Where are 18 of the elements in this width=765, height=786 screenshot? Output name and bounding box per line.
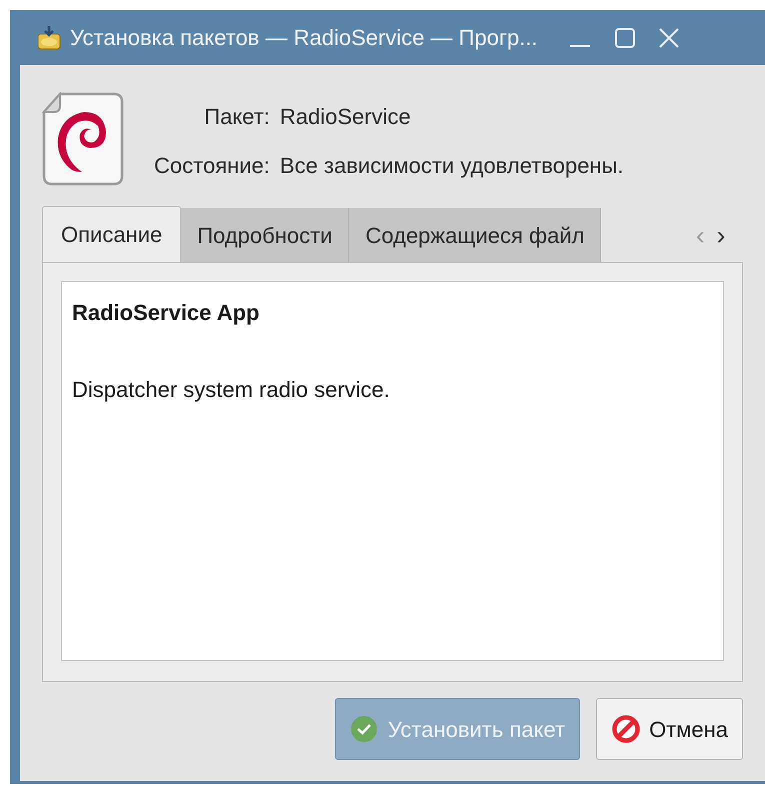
tab[interactable]: Подробности bbox=[181, 208, 350, 262]
field-value: Все зависимости удовлетворены. bbox=[280, 152, 624, 180]
checkmark-icon bbox=[350, 715, 378, 743]
package-file-icon bbox=[42, 92, 124, 186]
description-title: RadioService App bbox=[72, 299, 260, 327]
tab[interactable]: Описание bbox=[42, 206, 182, 262]
package-box-icon bbox=[36, 24, 62, 50]
scroll-right-button[interactable]: › bbox=[716, 216, 726, 254]
tab[interactable]: Содержащиеся файл bbox=[349, 208, 602, 262]
description-text: Dispatcher system radio service. bbox=[72, 376, 391, 404]
window-title: Установка пакетов — RadioService — Прогр... bbox=[70, 24, 538, 52]
maximize-icon[interactable] bbox=[614, 26, 636, 48]
field-value: RadioService bbox=[280, 103, 412, 131]
field-label: Пакет: bbox=[203, 103, 270, 131]
close-icon[interactable] bbox=[658, 26, 680, 48]
cancel-button[interactable]: Отмена bbox=[596, 698, 743, 760]
field-label: Состояние: bbox=[154, 152, 270, 180]
prohibited-icon bbox=[611, 714, 642, 744]
